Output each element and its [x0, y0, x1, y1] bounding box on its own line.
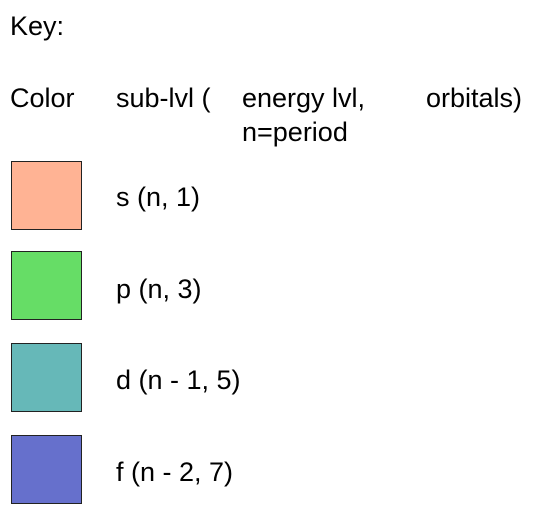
- key-title: Key:: [10, 11, 65, 41]
- label-p: p (n, 3): [116, 274, 202, 304]
- swatch-s: [11, 161, 82, 230]
- header-sublvl: sub-lvl (: [116, 83, 211, 113]
- swatch-f: [11, 435, 82, 504]
- label-f: f (n - 2, 7): [116, 457, 234, 487]
- label-d: d (n - 1, 5): [116, 365, 241, 395]
- swatch-d: [11, 343, 82, 412]
- header-energy-lvl: energy lvl,: [242, 83, 366, 113]
- swatch-p: [11, 251, 82, 320]
- header-orbitals: orbitals): [426, 83, 523, 113]
- header-energy-lvl-subtext: n=period: [242, 117, 348, 147]
- header-color: Color: [10, 83, 75, 113]
- label-s: s (n, 1): [116, 182, 201, 212]
